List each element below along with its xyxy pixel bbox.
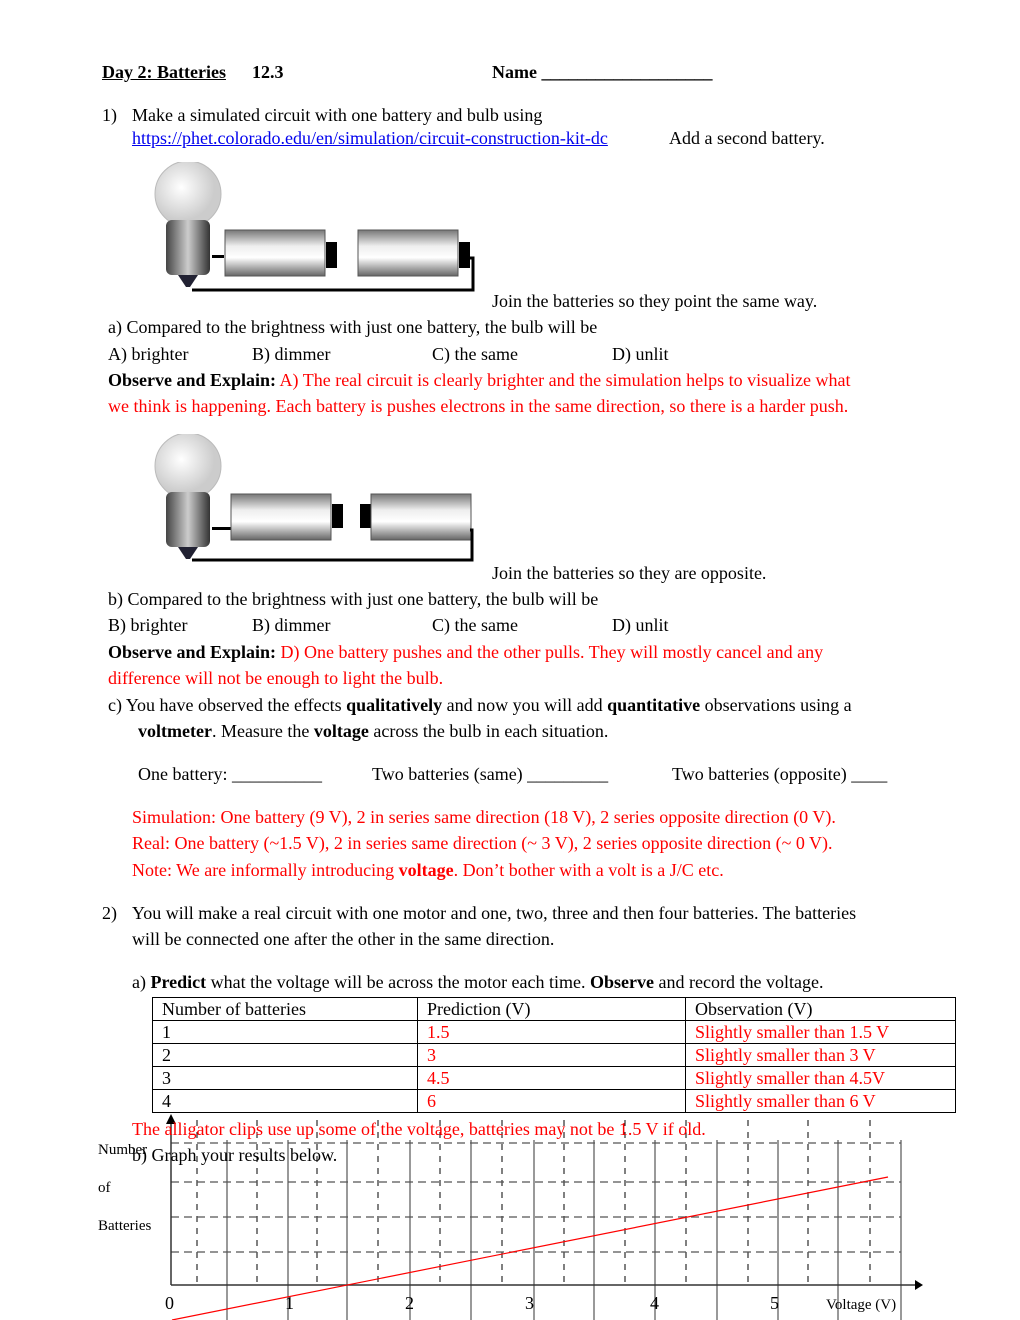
x-tick-label: 3 <box>525 1293 534 1313</box>
q2-text: You will make a real circuit with one mo… <box>132 903 857 923</box>
x-tick-label: 2 <box>405 1293 414 1313</box>
q2-number: 2) <box>102 903 117 923</box>
x-tick-label: 1 <box>285 1293 294 1313</box>
results-table: Number of batteries Prediction (V) Obser… <box>152 997 956 1113</box>
answer-text: A) The real circuit is clearly brighter … <box>279 370 851 390</box>
option-b: B) dimmer <box>252 344 331 364</box>
name-label: Name ___________________ <box>492 62 713 82</box>
table-header-row: Number of batteries Prediction (V) Obser… <box>152 997 956 1021</box>
column-header: Prediction (V) <box>417 997 686 1021</box>
x-tick-label: 5 <box>770 1293 779 1313</box>
option-c: C) the same <box>432 615 518 635</box>
battery-icon <box>360 493 472 541</box>
column-header: Number of batteries <box>152 997 418 1021</box>
q1c-text: c) You have observed the effects qualita… <box>108 695 852 715</box>
worksheet-page: Day 2: Batteries 12.3 Name _____________… <box>0 0 1020 1320</box>
header: Day 2: Batteries <box>102 61 226 83</box>
simulation-result: Simulation: One battery (9 V), 2 in seri… <box>132 807 836 827</box>
option-a: A) brighter <box>108 344 189 364</box>
observe-label: Observe and Explain: <box>108 642 277 662</box>
q2b-text: b) Graph your results below. <box>132 1145 338 1165</box>
x-axis-arrow <box>915 1280 923 1290</box>
q2a-text: a) Predict what the voltage will be acro… <box>132 972 824 992</box>
option-a: B) brighter <box>108 615 188 635</box>
graph-grid[interactable] <box>0 1110 1020 1320</box>
bulb-icon <box>154 434 222 559</box>
observe-label: Observe and Explain: <box>108 370 277 390</box>
x-tick-label: 0 <box>165 1293 174 1313</box>
q1a-answer: Observe and Explain: A) The real circuit… <box>108 369 851 391</box>
table-row: 2 3 Slightly smaller than 3 V <box>152 1043 956 1067</box>
circuit-opposite-image <box>154 434 474 562</box>
q1-text: Make a simulated circuit with one batter… <box>132 105 543 125</box>
name-field[interactable]: Name ___________________ <box>492 61 712 83</box>
section-number: 12.3 <box>252 62 284 82</box>
phet-link[interactable]: https://phet.colorado.edu/en/simulation/… <box>132 127 608 149</box>
q1-number: 1) <box>102 105 117 125</box>
q1-after-link: Add a second battery. <box>669 128 825 148</box>
q1a-stem: a) Compared to the brightness with just … <box>108 317 598 337</box>
battery-icon <box>224 229 337 277</box>
table-row: 3 4.5 Slightly smaller than 4.5V <box>152 1066 956 1090</box>
bulb-icon <box>154 162 222 287</box>
circuit-same-direction-image <box>154 162 475 292</box>
option-b: B) dimmer <box>252 615 331 635</box>
caption-opposite: Join the batteries so they are opposite. <box>492 563 767 583</box>
q1b-answer: Observe and Explain: D) One battery push… <box>108 641 823 663</box>
answer-text: D) One battery pushes and the other pull… <box>280 642 824 662</box>
real-result: Real: One battery (~1.5 V), 2 in series … <box>132 833 833 853</box>
alligator-note: The alligator clips use up some of the v… <box>132 1119 706 1139</box>
column-header: Observation (V) <box>685 997 956 1021</box>
x-axis-label: Voltage (V) <box>826 1297 897 1313</box>
y-axis-label: Number <box>98 1142 148 1158</box>
voltage-note: Note: We are informally introducing volt… <box>132 860 724 880</box>
one-battery-blank[interactable]: One battery: __________ <box>138 763 322 785</box>
q1b-stem: b) Compared to the brightness with just … <box>108 589 599 609</box>
x-tick-label: 4 <box>650 1293 659 1313</box>
table-row: 1 1.5 Slightly smaller than 1.5 V <box>152 1020 956 1044</box>
q2-text-line2: will be connected one after the other in… <box>132 929 555 949</box>
y-axis-label: Batteries <box>98 1218 152 1234</box>
opposite-batteries-blank[interactable]: Two batteries (opposite) ____ <box>672 763 887 785</box>
option-d: D) unlit <box>612 615 669 635</box>
q1b-answer-line2: difference will not be enough to light t… <box>108 668 444 688</box>
q1a-answer-line2: we think is happening. Each battery is p… <box>108 396 849 416</box>
caption-same: Join the batteries so they point the sam… <box>492 291 818 311</box>
worksheet-title: Day 2: Batteries <box>102 62 226 82</box>
battery-icon <box>357 229 470 277</box>
battery-icon <box>230 493 343 541</box>
option-d: D) unlit <box>612 344 669 364</box>
option-c: C) the same <box>432 344 518 364</box>
same-batteries-blank[interactable]: Two batteries (same) _________ <box>372 763 608 785</box>
q1c-text-line2: voltmeter. Measure the voltage across th… <box>138 721 609 741</box>
y-axis-label: of <box>98 1180 111 1196</box>
